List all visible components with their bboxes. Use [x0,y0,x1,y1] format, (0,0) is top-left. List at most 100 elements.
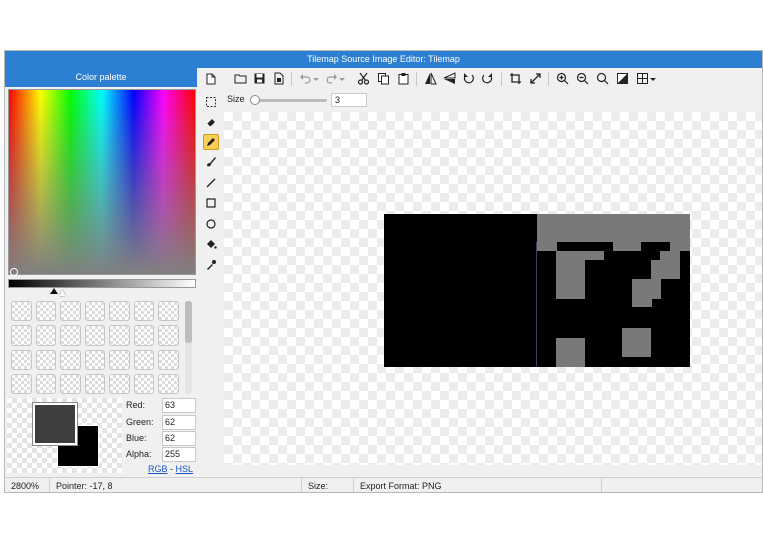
color-swatch[interactable] [133,325,155,346]
alpha-row: Alpha: 255 [126,447,198,462]
pixel-block [556,251,604,260]
color-swatch[interactable] [11,373,32,394]
red-input[interactable]: 63 [162,398,196,413]
color-swatch[interactable] [11,325,32,346]
rgb-mode-link[interactable]: RGB [148,464,168,474]
undo-dropdown-icon[interactable] [312,71,320,85]
rotate-left-icon[interactable] [461,71,475,85]
grid-icon[interactable] [635,71,649,85]
color-swatch[interactable] [35,373,57,394]
color-swatch[interactable] [35,301,57,322]
color-swatch[interactable] [133,373,155,394]
color-swatch[interactable] [60,373,81,394]
color-swatch[interactable] [35,349,57,370]
pixel-block [556,338,585,367]
pixel-block [613,242,641,251]
resize-icon[interactable] [528,71,542,85]
rotate-right-icon[interactable] [480,71,494,85]
rectangle-icon[interactable] [203,195,219,211]
select-rect-icon[interactable] [203,94,219,110]
grid-dropdown-icon[interactable] [649,71,657,85]
new-file-icon[interactable] [203,71,219,87]
primary-color-swatch[interactable] [32,402,78,446]
brush-icon[interactable] [203,154,219,170]
toggle-background-icon[interactable] [615,71,629,85]
tool-column [202,68,220,466]
pixel-block [651,260,680,279]
palette-scrollbar-thumb[interactable] [185,301,192,343]
undo-icon[interactable] [298,71,312,85]
save-icon[interactable] [252,71,266,85]
color-swatch[interactable] [109,373,130,394]
color-swatch[interactable] [109,349,130,370]
pencil-icon[interactable] [203,134,219,150]
color-palette-header: Color palette [5,68,197,87]
blue-input[interactable]: 62 [162,431,196,446]
color-swatch[interactable] [84,349,106,370]
color-swatch[interactable] [109,325,130,346]
color-swatch[interactable] [35,325,57,346]
crop-icon[interactable] [508,71,522,85]
color-swatch[interactable] [60,301,81,322]
mouse-pointer-icon: ▲ [57,287,68,299]
zoom-in-icon[interactable] [555,71,569,85]
status-bar: 2800% Pointer: -17, 8 Size: 32x16 Export… [5,477,762,492]
green-row: Green: 62 [126,415,198,430]
flip-vertical-icon[interactable] [442,71,456,85]
open-folder-icon[interactable] [233,71,247,85]
color-swatch[interactable] [158,349,179,370]
pixel-block [622,328,651,357]
paste-icon[interactable] [396,71,410,85]
blue-label: Blue: [126,433,147,443]
palette-scrollbar[interactable] [185,301,192,394]
flip-horizontal-icon[interactable] [423,71,437,85]
eraser-icon[interactable] [203,114,219,130]
color-swatch[interactable] [158,301,179,322]
pointer-status: Pointer: -17, 8 [50,478,302,492]
redo-dropdown-icon[interactable] [338,71,346,85]
color-swatch[interactable] [11,349,32,370]
zoom-reset-icon[interactable] [595,71,609,85]
color-swatch[interactable] [11,301,32,322]
brightness-slider[interactable] [8,279,196,288]
size-slider-thumb[interactable] [250,95,260,105]
color-spectrum-picker[interactable] [8,89,196,276]
alpha-input[interactable]: 255 [162,447,196,462]
eyedropper-icon[interactable] [203,257,219,273]
color-swatch[interactable] [60,349,81,370]
zoom-out-icon[interactable] [575,71,589,85]
redo-icon[interactable] [324,71,338,85]
size-slider[interactable] [253,99,327,102]
size-input[interactable]: 3 [331,93,367,107]
image-canvas[interactable] [384,214,690,367]
color-swatch[interactable] [60,325,81,346]
green-input[interactable]: 62 [162,415,196,430]
canvas-area[interactable] [224,112,762,465]
color-swatch[interactable] [158,325,179,346]
export-format-status: Export Format: PNG [354,478,602,492]
color-swatch[interactable] [133,349,155,370]
color-swatch[interactable] [84,325,106,346]
line-icon[interactable] [203,175,219,191]
green-label: Green: [126,417,154,427]
save-as-icon[interactable] [271,71,285,85]
ellipse-icon[interactable] [203,216,219,232]
cut-icon[interactable] [356,71,370,85]
hsl-mode-link[interactable]: HSL [176,464,194,474]
color-swatch[interactable] [84,301,106,322]
pixel-block [537,214,690,242]
color-swatch[interactable] [133,301,155,322]
pixel-block [660,251,680,260]
red-row: Red: 63 [126,398,198,413]
pixel-block [632,299,652,307]
fill-bucket-icon[interactable] [203,236,219,252]
color-swatch[interactable] [158,373,179,394]
color-swatch[interactable] [84,373,106,394]
color-swatch[interactable] [109,301,130,322]
main-toolbar [223,68,760,90]
pixel-block [670,242,690,251]
toolbar-separator [501,72,502,86]
pixel-block [556,279,585,299]
copy-icon[interactable] [376,71,390,85]
spectrum-cursor[interactable] [10,268,18,276]
